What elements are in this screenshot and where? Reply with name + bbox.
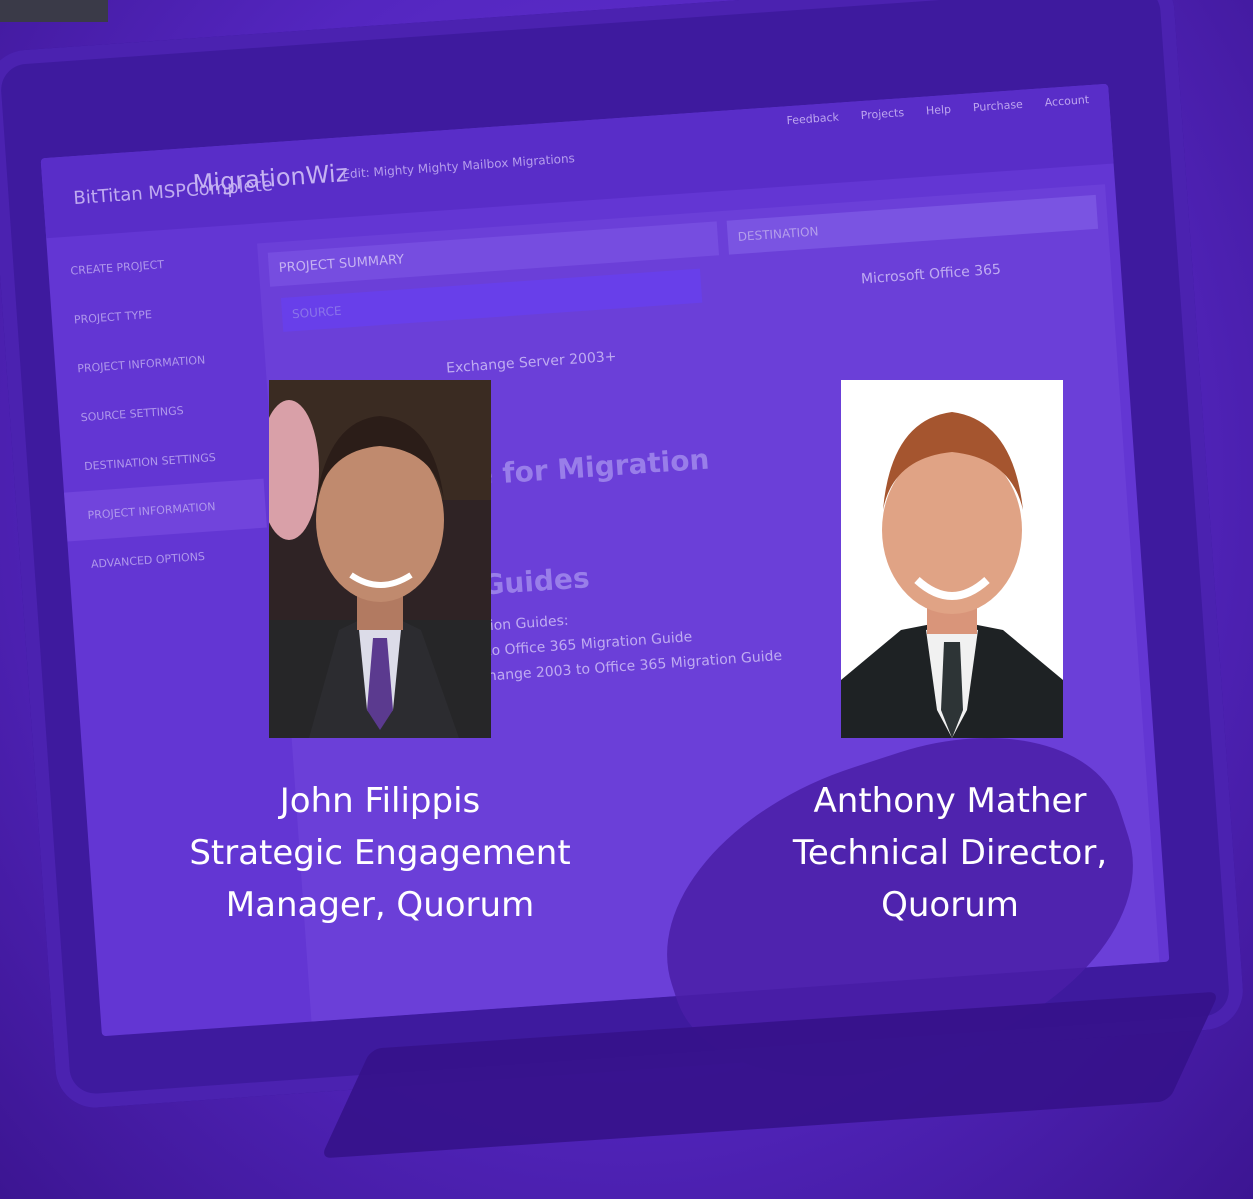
background-scene: BitTitan MSPComplete MigrationWiz Edit: … — [0, 0, 1253, 1199]
guides-heading: Guides — [480, 561, 591, 602]
portrait-image — [841, 380, 1063, 738]
person-title-line: Technical Director, — [792, 833, 1108, 873]
source-name: Exchange Server 2003+ — [445, 348, 617, 377]
menu-feedback: Feedback — [786, 110, 840, 128]
portrait-image — [269, 380, 491, 738]
destination-header: DESTINATION — [726, 194, 1099, 255]
guide-intro: tion Guides: — [483, 612, 570, 635]
destination-name: Microsoft Office 365 — [860, 261, 1002, 288]
person-title-line: Quorum — [881, 885, 1019, 925]
guide-link: to Office 365 Migration Guide — [485, 629, 693, 660]
corner-tab — [0, 0, 108, 22]
menu-help: Help — [925, 102, 952, 118]
person-title-line: Manager, Quorum — [225, 885, 535, 925]
caption-john-filippis: John Filippis Strategic Engagement Manag… — [130, 775, 630, 931]
menu-account: Account — [1044, 93, 1090, 110]
menu-projects: Projects — [860, 106, 905, 123]
person-name: Anthony Mather — [813, 781, 1087, 821]
caption-anthony-mather: Anthony Mather Technical Director, Quoru… — [700, 775, 1200, 931]
menu-purchase: Purchase — [972, 97, 1024, 115]
person-name: John Filippis — [279, 781, 481, 821]
app-name: MigrationWiz — [191, 159, 349, 198]
breadcrumb: Edit: Mighty Mighty Mailbox Migrations — [341, 151, 576, 182]
migration-heading: e for Migration — [472, 442, 711, 492]
headshot-john-filippis — [269, 380, 491, 738]
person-title-line: Strategic Engagement — [189, 833, 571, 873]
headshot-anthony-mather — [841, 380, 1063, 738]
